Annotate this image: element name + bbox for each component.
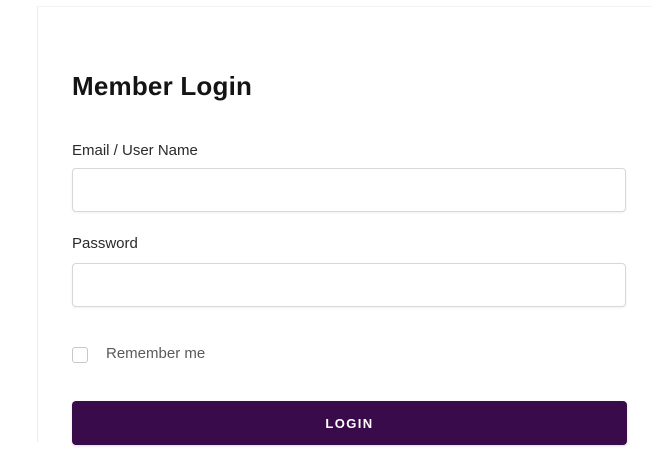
password-field[interactable] [72, 263, 626, 307]
email-field[interactable] [72, 168, 626, 212]
form-title: Member Login [72, 71, 253, 101]
email-label: Email / User Name [72, 142, 198, 159]
remember-me-checkbox[interactable] [72, 347, 88, 363]
remember-me-label[interactable]: Remember me [106, 345, 205, 363]
remember-me-row: Remember me [72, 344, 205, 364]
password-label: Password [72, 235, 138, 252]
left-divider [37, 6, 38, 442]
member-login-form: Member Login Email / User Name Password … [72, 0, 628, 470]
login-page: Member Login Email / User Name Password … [0, 0, 652, 470]
login-button[interactable]: LOGIN [72, 401, 627, 445]
